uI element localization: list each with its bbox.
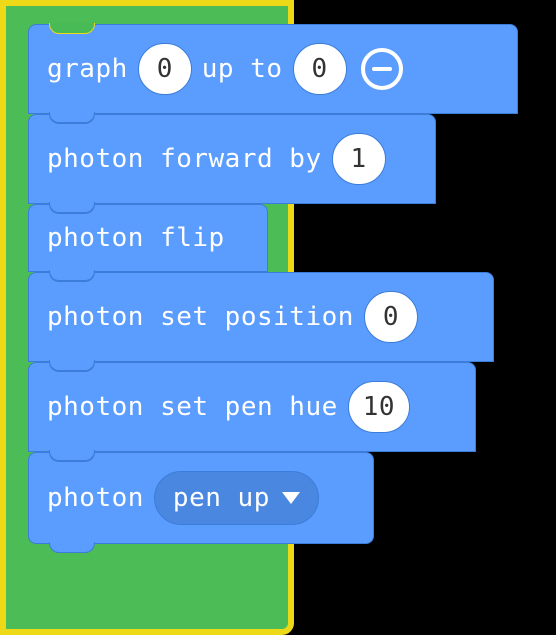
graph-from-input[interactable]: 0 [138,43,192,95]
label: photon set position [47,302,354,332]
label: photon set pen hue [47,392,338,422]
block-photon-set-position[interactable]: photon set position 0 [28,272,494,362]
label: graph [47,54,128,84]
position-input[interactable]: 0 [364,291,418,343]
block-graph[interactable]: graph 0 up to 0 [28,24,518,114]
block-photon-set-pen-hue[interactable]: photon set pen hue 10 [28,362,476,452]
label: photon [47,483,144,513]
block-stack: graph 0 up to 0 photon forward by 1 phot… [28,24,518,544]
block-photon-forward[interactable]: photon forward by 1 [28,114,436,204]
label: up to [202,54,283,84]
label: photon flip [47,223,225,253]
pen-dropdown[interactable]: pen up [154,471,319,525]
label: photon forward by [47,144,322,174]
block-photon-pen[interactable]: photon pen up [28,452,374,544]
dropdown-label: pen up [173,483,270,513]
hue-input[interactable]: 10 [348,381,410,433]
minus-icon[interactable] [361,48,403,90]
block-photon-flip[interactable]: photon flip [28,204,268,272]
graph-to-input[interactable]: 0 [293,43,347,95]
forward-input[interactable]: 1 [332,133,386,185]
chevron-down-icon [282,492,300,504]
